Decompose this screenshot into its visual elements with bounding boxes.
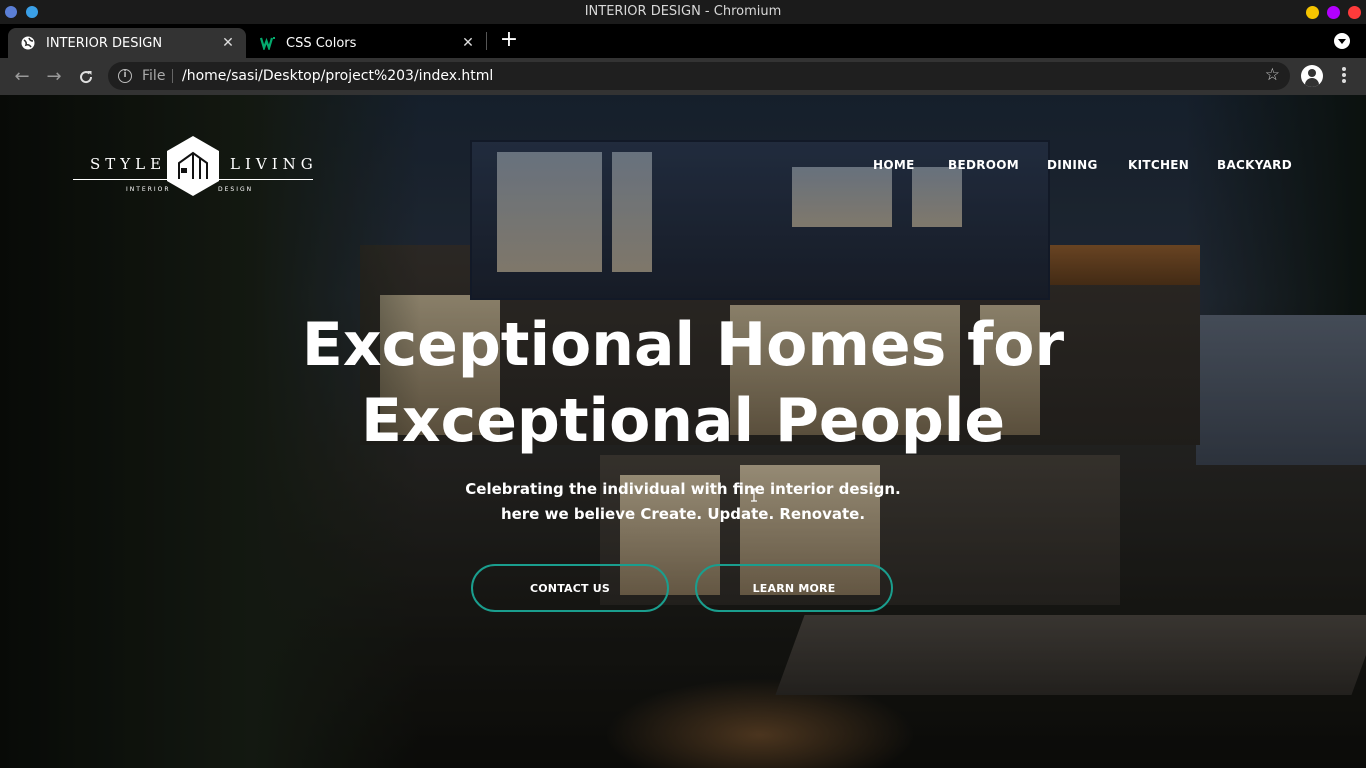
- tab-label: INTERIOR DESIGN: [46, 35, 163, 51]
- bookmark-star-icon[interactable]: ☆: [1265, 65, 1280, 85]
- hero-headline: Exceptional Homes for Exceptional People: [0, 307, 1366, 459]
- hero-headline-line-1: Exceptional Homes for: [301, 310, 1065, 380]
- profile-avatar-icon[interactable]: [1301, 65, 1323, 87]
- logo-word-right: LIVING: [230, 155, 318, 173]
- hero-subtitle-line-1: Celebrating the individual with fine int…: [465, 480, 901, 498]
- minimize-button[interactable]: [1306, 6, 1319, 19]
- window-title: INTERIOR DESIGN - Chromium: [584, 4, 782, 19]
- window-titlebar: INTERIOR DESIGN - Chromium: [0, 0, 1366, 24]
- url-text[interactable]: /home/sasi/Desktop/project%203/index.htm…: [182, 68, 493, 84]
- omnibox-divider: [172, 69, 173, 83]
- hero-subtitle-line-2: here we believe Create. Update. Renovate…: [500, 505, 866, 523]
- browser-toolbar: ← → i File /home/sasi/Desktop/project%20…: [0, 58, 1366, 95]
- url-scheme: File: [142, 68, 166, 84]
- forward-icon[interactable]: →: [43, 66, 65, 88]
- nav-dining[interactable]: DINING: [1047, 158, 1098, 172]
- globe-icon: [20, 35, 36, 51]
- learn-more-button[interactable]: LEARN MORE: [695, 564, 893, 612]
- maximize-button[interactable]: [1327, 6, 1340, 19]
- logo-sub-right: DESIGN: [218, 186, 254, 193]
- tab-strip: INTERIOR DESIGN ✕ CSS Colors ✕: [0, 24, 1366, 58]
- close-window-button[interactable]: [1348, 6, 1361, 19]
- tab-interior-design[interactable]: INTERIOR DESIGN ✕: [8, 28, 246, 58]
- new-tab-button[interactable]: +: [499, 29, 519, 51]
- nav-backyard[interactable]: BACKYARD: [1217, 158, 1292, 172]
- nav-bedroom[interactable]: BEDROOM: [948, 158, 1019, 172]
- close-tab-icon[interactable]: ✕: [460, 35, 476, 51]
- nav-home[interactable]: HOME: [873, 158, 915, 172]
- contact-us-button[interactable]: CONTACT US: [471, 564, 669, 612]
- site-logo[interactable]: STYLE LIVING INTERIOR DESIGN: [73, 135, 313, 197]
- address-bar[interactable]: i File /home/sasi/Desktop/project%203/in…: [108, 62, 1290, 90]
- tab-label: CSS Colors: [286, 35, 357, 51]
- nav-kitchen[interactable]: KITCHEN: [1128, 158, 1189, 172]
- logo-sub-left: INTERIOR: [126, 186, 171, 193]
- hero-section: STYLE LIVING INTERIOR DESIGN HOME BEDROO…: [0, 95, 1366, 768]
- close-tab-icon[interactable]: ✕: [220, 35, 236, 51]
- tab-search-icon[interactable]: [1334, 33, 1350, 49]
- text-cursor-icon: [751, 488, 757, 502]
- site-info-icon[interactable]: i: [118, 69, 132, 83]
- logo-hexagon-house-icon: [167, 136, 219, 196]
- reload-icon[interactable]: [75, 66, 97, 88]
- back-icon[interactable]: ←: [11, 66, 33, 88]
- hero-headline-line-2: Exceptional People: [360, 386, 1006, 456]
- hero-subtitle: Celebrating the individual with fine int…: [0, 477, 1366, 527]
- logo-word-left: STYLE: [90, 155, 167, 173]
- menu-kebab-icon[interactable]: [1338, 66, 1350, 86]
- tab-css-colors[interactable]: CSS Colors ✕: [248, 28, 486, 58]
- tab-divider: [486, 32, 487, 50]
- w3schools-icon: [260, 35, 276, 51]
